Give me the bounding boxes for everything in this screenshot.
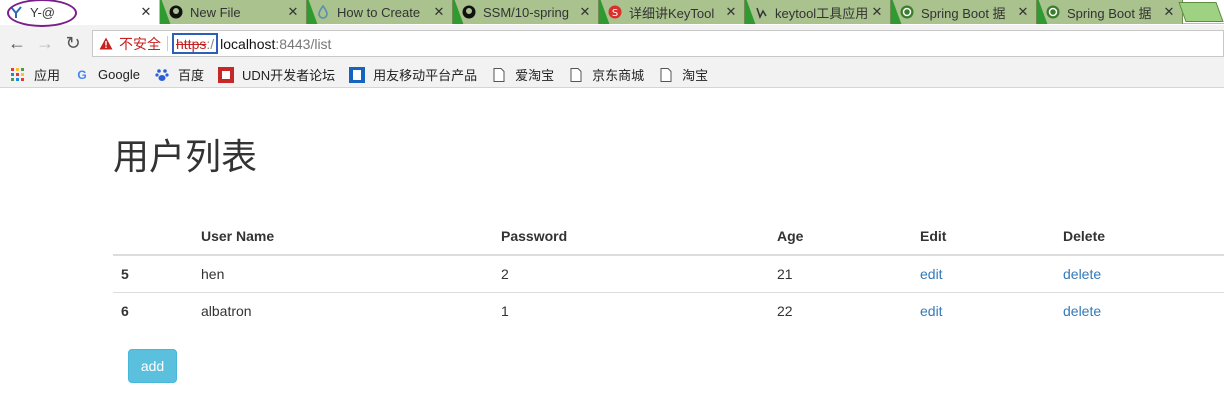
tab-title: keytool工具应用	[775, 5, 869, 21]
close-icon[interactable]: ✕	[1162, 4, 1176, 20]
bookmark-taobao[interactable]: 淘宝	[658, 65, 708, 84]
column-header-username: User Name	[193, 218, 493, 256]
cell-age: 22	[769, 291, 912, 329]
reload-icon[interactable]: ↻	[62, 32, 84, 54]
bookmark-label: Google	[98, 67, 140, 82]
table-row: 6 albatron 1 22 edit delete	[113, 291, 1224, 329]
delete-link[interactable]: delete	[1063, 266, 1101, 282]
user-table: User Name Password Age Edit Delete 5 hen…	[113, 218, 1224, 329]
address-bar[interactable]: 不安全 https:/ localhost:8443/list	[92, 30, 1224, 57]
table-row: 5 hen 2 21 edit delete	[113, 254, 1224, 292]
edit-link[interactable]: edit	[920, 303, 943, 319]
bookmark-apps[interactable]: 应用	[10, 65, 60, 84]
tab-7[interactable]: Spring Boot 据 ✕	[1037, 0, 1183, 24]
page-title: 用户列表	[113, 136, 258, 177]
spring-icon	[899, 4, 915, 20]
cell-username: hen	[193, 254, 493, 292]
cell-edit: edit	[912, 291, 1055, 329]
close-icon[interactable]: ✕	[578, 4, 592, 20]
divider	[167, 36, 168, 51]
column-header-delete: Delete	[1055, 218, 1224, 256]
tab-1[interactable]: New File ✕	[160, 0, 307, 24]
cell-id: 6	[113, 291, 193, 329]
tab-title: SSM/10-spring	[483, 4, 569, 20]
browser-toolbar: ← → ↻ 不安全 https:/ localhost:8443/list	[0, 25, 1224, 62]
spring-icon	[1045, 4, 1061, 20]
cell-password: 1	[493, 291, 769, 329]
back-arrow-icon[interactable]: ←	[6, 32, 28, 54]
bookmark-label: 京东商城	[592, 68, 645, 83]
cell-age: 21	[769, 254, 912, 292]
yonyou-icon	[349, 66, 366, 83]
tab-5[interactable]: keytool工具应用 ✕	[745, 0, 891, 24]
tab-title: Spring Boot 据	[921, 5, 1006, 21]
tab-4[interactable]: S 详细讲KeyTool ✕	[599, 0, 745, 24]
tab-title: How to Create	[337, 4, 421, 20]
new-tab-button[interactable]	[1178, 2, 1224, 22]
page-icon	[491, 67, 507, 83]
bookmark-baidu[interactable]: 百度	[154, 65, 204, 84]
bookmark-udn[interactable]: UDN开发者论坛	[217, 65, 336, 84]
bookmark-label: 应用	[34, 68, 61, 83]
cell-password: 2	[493, 254, 769, 292]
close-icon[interactable]: ✕	[139, 4, 153, 20]
url-path: :8443/list	[275, 35, 332, 52]
url-host: localhost	[220, 35, 276, 52]
cell-edit: edit	[912, 254, 1055, 292]
bookmark-yonyou[interactable]: 用友移动平台产品	[349, 65, 477, 84]
csdn-icon: S	[607, 4, 623, 20]
close-icon[interactable]: ✕	[432, 4, 446, 20]
tab-strip: Y-@ ✕ New File ✕ How to Create ✕ SSM/10-…	[0, 0, 1224, 27]
column-header-password: Password	[493, 218, 769, 256]
cell-delete: delete	[1055, 254, 1224, 292]
column-header-id	[113, 218, 193, 256]
edit-link[interactable]: edit	[920, 266, 943, 282]
tab-3[interactable]: SSM/10-spring ✕	[453, 0, 599, 24]
github-icon	[168, 4, 184, 20]
tab-6[interactable]: Spring Boot 据 ✕	[891, 0, 1037, 24]
paw-icon	[753, 4, 769, 20]
bookmark-label: UDN开发者论坛	[241, 68, 336, 83]
bookmark-label: 百度	[177, 68, 204, 83]
warning-icon[interactable]	[99, 37, 113, 50]
bookmarks-bar: 应用 G Google 百度 UDN开发者论坛 用友移动平台产品 爱淘宝 京东商…	[0, 62, 1224, 88]
bookmark-label: 用友移动平台产品	[373, 68, 478, 83]
page-icon	[658, 67, 674, 83]
svg-text:S: S	[612, 8, 618, 19]
column-header-age: Age	[769, 218, 912, 256]
page-icon	[568, 67, 584, 83]
scheme-highlight: https:/	[172, 33, 219, 54]
google-icon: G	[77, 67, 87, 82]
add-button[interactable]: add	[128, 349, 177, 383]
cell-username: albatron	[193, 291, 493, 329]
tab-title: New File	[190, 4, 241, 20]
github-icon	[461, 4, 477, 20]
table-header-row: User Name Password Age Edit Delete	[113, 218, 1224, 256]
delete-link[interactable]: delete	[1063, 303, 1101, 319]
url-scheme: https	[176, 35, 207, 52]
bookmark-jd[interactable]: 京东商城	[568, 65, 644, 84]
tab-title: 详细讲KeyTool	[629, 5, 715, 21]
insecure-label[interactable]: 不安全	[119, 34, 161, 54]
url-scheme-separator: :/	[206, 35, 215, 52]
forward-arrow-icon[interactable]: →	[34, 32, 56, 54]
apps-grid-icon	[10, 67, 26, 83]
bookmark-label: 淘宝	[682, 68, 709, 83]
cell-delete: delete	[1055, 291, 1224, 329]
bookmark-label: 爱淘宝	[515, 68, 555, 83]
udn-icon	[217, 66, 234, 83]
cell-id: 5	[113, 254, 193, 292]
tab-title: Spring Boot 据	[1067, 5, 1152, 21]
baidu-paw-icon	[154, 67, 170, 83]
bookmark-google[interactable]: G Google	[74, 67, 140, 83]
close-icon[interactable]: ✕	[286, 4, 300, 20]
bookmark-aitaobao[interactable]: 爱淘宝	[491, 65, 554, 84]
drop-icon	[315, 4, 331, 20]
tab-2[interactable]: How to Create ✕	[307, 0, 453, 24]
annotation-circle	[7, 0, 77, 27]
column-header-edit: Edit	[912, 218, 1055, 256]
close-icon[interactable]: ✕	[1016, 4, 1030, 20]
close-icon[interactable]: ✕	[724, 4, 738, 20]
close-icon[interactable]: ✕	[870, 4, 884, 20]
